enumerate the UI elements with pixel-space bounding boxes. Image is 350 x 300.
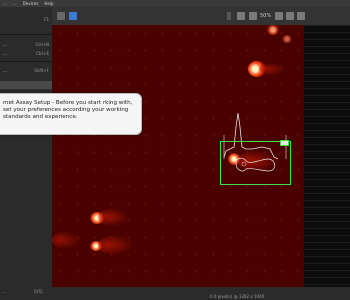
selection-box[interactable] <box>220 141 291 185</box>
left-menu-shortcut: Ctrl+N <box>35 41 49 47</box>
comet-tail <box>98 208 128 226</box>
left-menu-item[interactable]: ... Ctrl+E <box>0 49 52 57</box>
fit-icon[interactable] <box>275 12 284 20</box>
left-menu-item[interactable]: F1 <box>0 15 52 23</box>
left-menu-label: ... <box>3 50 7 56</box>
zoom-icon[interactable] <box>249 12 257 20</box>
image-icon[interactable] <box>69 12 77 20</box>
comet-tail <box>98 235 132 255</box>
divider <box>0 34 52 35</box>
comet-tail <box>52 231 80 249</box>
left-panel: F1 ... Ctrl+N ... Ctrl+E ... Shift+F <box>0 7 52 290</box>
side-strip <box>304 25 350 287</box>
menu-item-2[interactable]: ... <box>10 1 20 6</box>
left-menu-label: ... <box>3 41 7 47</box>
toolbar: 50% <box>52 7 350 25</box>
comet <box>282 35 292 43</box>
left-menu-shortcut: Shift+F <box>34 67 49 73</box>
status-language: [US] <box>34 289 43 294</box>
left-menu-item[interactable]: ... Shift+F <box>0 66 52 74</box>
rotate-icon[interactable] <box>286 12 295 20</box>
divider <box>0 61 52 62</box>
menu-bar: ... ... Devices Help <box>0 0 350 7</box>
status-pixel-info: 0 0 pixel(s) @ 1392 x 1040 <box>210 294 265 299</box>
left-menu-item[interactable]: ... Ctrl+N <box>0 40 52 48</box>
left-menu-label: ... <box>3 67 7 73</box>
capture-icon[interactable] <box>297 12 306 20</box>
left-menu-selected[interactable] <box>0 81 52 89</box>
status-left: ... <box>3 289 7 294</box>
menu-item-1[interactable]: ... <box>0 1 10 6</box>
tooltip-text: met Assay Setup - Before you start rking… <box>3 100 133 120</box>
menu-devices[interactable]: Devices <box>20 1 42 6</box>
menu-help[interactable]: Help <box>41 1 56 6</box>
setup-tooltip: met Assay Setup - Before you start rking… <box>0 93 142 135</box>
comet-tail <box>259 63 285 75</box>
tool-icon[interactable] <box>57 12 65 20</box>
zoom-level[interactable]: 50% <box>260 13 271 19</box>
status-bar: ... [US] 0 0 pixel(s) @ 1392 x 1040 <box>0 287 350 300</box>
selection-handle[interactable] <box>280 140 289 146</box>
comet <box>266 25 280 35</box>
left-menu-shortcut: Ctrl+E <box>36 50 49 56</box>
left-menu-shortcut: F1 <box>44 16 49 22</box>
settings-icon[interactable] <box>237 12 245 20</box>
toolbar-divider <box>227 12 231 20</box>
